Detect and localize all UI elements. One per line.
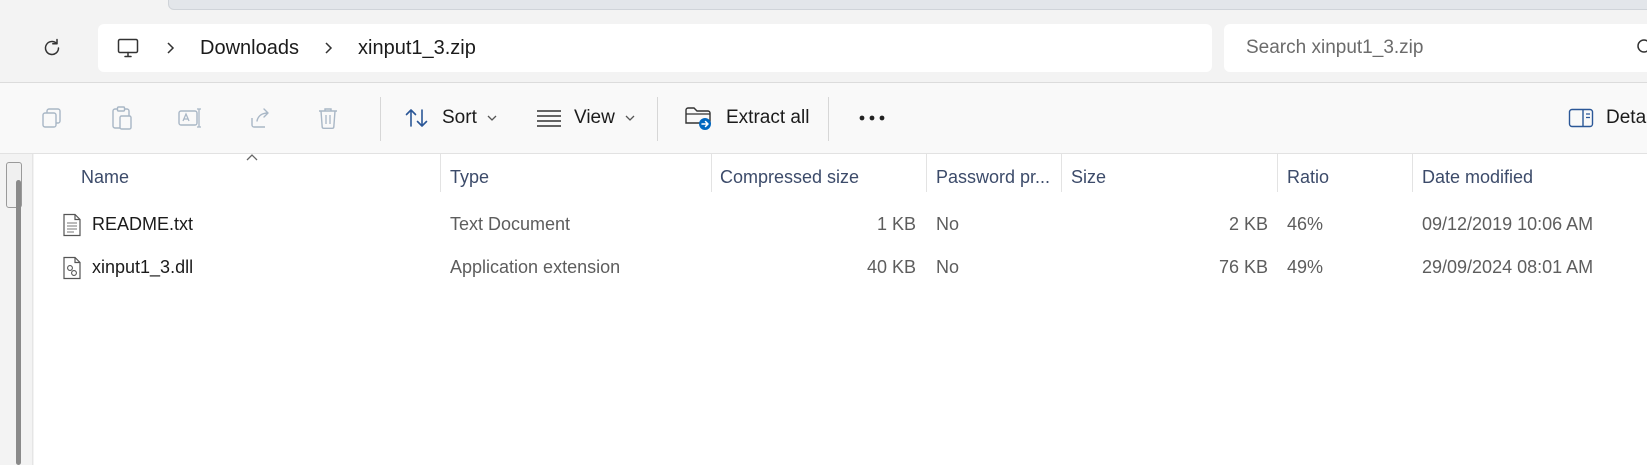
toolbar-separator	[657, 97, 658, 141]
column-header-name[interactable]: Name	[81, 154, 129, 200]
view-button[interactable]: View	[536, 97, 635, 139]
column-header-size[interactable]: Size	[1071, 154, 1106, 200]
file-row[interactable]: README.txt Text Document 1 KB No 2 KB 46…	[34, 204, 1647, 244]
column-divider[interactable]	[1061, 154, 1062, 192]
chevron-down-icon	[487, 115, 497, 121]
copy-button[interactable]	[38, 104, 66, 132]
navigation-pane	[0, 154, 33, 465]
extract-all-label: Extract all	[726, 107, 810, 128]
file-password: No	[936, 213, 960, 234]
address-bar[interactable]: Downloads xinput1_3.zip	[98, 24, 1212, 72]
sort-ascending-caret-icon	[246, 154, 258, 161]
details-label: Details	[1606, 107, 1647, 128]
sort-icon	[405, 109, 428, 127]
text-file-icon	[63, 213, 81, 237]
file-list: Name Type Compressed size Password pr...…	[34, 154, 1647, 465]
this-pc-icon[interactable]	[116, 36, 140, 60]
rename-button[interactable]	[176, 104, 204, 132]
details-pane-icon	[1568, 108, 1594, 128]
file-compressed-size: 1 KB	[876, 213, 916, 234]
breadcrumb-chevron-icon[interactable]	[320, 37, 336, 59]
paste-icon	[112, 106, 132, 130]
file-compressed-size: 40 KB	[866, 256, 916, 277]
file-name: README.txt	[92, 213, 194, 234]
copy-icon	[42, 108, 61, 128]
file-size: 2 KB	[1228, 213, 1268, 234]
search-box[interactable]	[1224, 24, 1647, 72]
column-divider[interactable]	[1412, 154, 1413, 192]
search-input[interactable]	[1246, 34, 1606, 62]
column-header-label: Size	[1071, 166, 1107, 187]
file-date-modified: 29/09/2024 08:01 AM	[1422, 256, 1594, 277]
column-header-date-modified[interactable]: Date modified	[1422, 154, 1533, 200]
search-icon[interactable]	[1636, 38, 1647, 58]
more-icon	[859, 115, 885, 121]
sort-label: Sort	[442, 107, 477, 128]
column-header-label: Ratio	[1287, 166, 1330, 187]
share-icon	[251, 108, 269, 128]
column-divider[interactable]	[711, 154, 712, 192]
delete-button[interactable]	[314, 104, 342, 132]
column-header-ratio[interactable]: Ratio	[1287, 154, 1329, 200]
rename-icon	[178, 108, 201, 128]
breadcrumb-downloads[interactable]: Downloads	[200, 36, 299, 60]
column-header-label: Date modified	[1422, 166, 1534, 187]
file-password: No	[936, 256, 960, 277]
sort-button[interactable]: Sort	[404, 97, 497, 139]
delete-icon	[319, 108, 337, 129]
nav-scrollbar[interactable]	[16, 180, 21, 465]
file-size: 76 KB	[1218, 256, 1268, 277]
file-date-modified: 09/12/2019 10:06 AM	[1422, 213, 1594, 234]
column-header-compressed-size[interactable]: Compressed size	[720, 154, 859, 200]
file-ratio: 46%	[1287, 213, 1324, 234]
column-divider[interactable]	[440, 154, 441, 192]
column-header-label: Compressed size	[720, 166, 860, 187]
column-header-type[interactable]: Type	[450, 154, 489, 200]
tab-strip	[168, 0, 1647, 10]
file-explorer-window: Downloads xinput1_3.zip Search xinput1_3…	[0, 0, 1647, 465]
extract-folder-icon	[685, 107, 711, 130]
share-button[interactable]	[246, 104, 274, 132]
command-bar: Sort View Extract all Deta	[0, 83, 1647, 153]
column-header-label: Password pr...	[936, 166, 1051, 187]
more-options-button[interactable]	[852, 97, 892, 139]
refresh-icon	[44, 38, 60, 56]
address-row: Downloads xinput1_3.zip	[0, 10, 1647, 82]
extract-all-button[interactable]: Extract all	[684, 97, 809, 139]
dll-file-icon	[63, 256, 81, 280]
paste-button[interactable]	[108, 104, 136, 132]
file-type: Text Document	[450, 213, 571, 234]
column-header-label: Type	[450, 166, 490, 187]
file-row[interactable]: xinput1_3.dll Application extension 40 K…	[34, 247, 1647, 287]
column-header-password[interactable]: Password pr...	[936, 154, 1050, 200]
view-label: View	[574, 107, 615, 128]
toolbar-separator	[380, 97, 381, 141]
toolbar-separator	[828, 97, 829, 141]
breadcrumb-current-folder[interactable]: xinput1_3.zip	[358, 36, 476, 60]
view-list-icon	[537, 110, 561, 127]
file-name: xinput1_3.dll	[92, 256, 194, 277]
details-pane-button[interactable]: Details	[1568, 97, 1647, 139]
column-header-label: Name	[81, 166, 130, 187]
column-divider[interactable]	[1277, 154, 1278, 192]
file-type: Application extension	[450, 256, 621, 277]
column-divider[interactable]	[926, 154, 927, 192]
file-ratio: 49%	[1287, 256, 1324, 277]
chevron-down-icon	[625, 115, 635, 121]
breadcrumb-chevron-icon[interactable]	[162, 37, 178, 59]
refresh-button[interactable]	[36, 32, 68, 64]
